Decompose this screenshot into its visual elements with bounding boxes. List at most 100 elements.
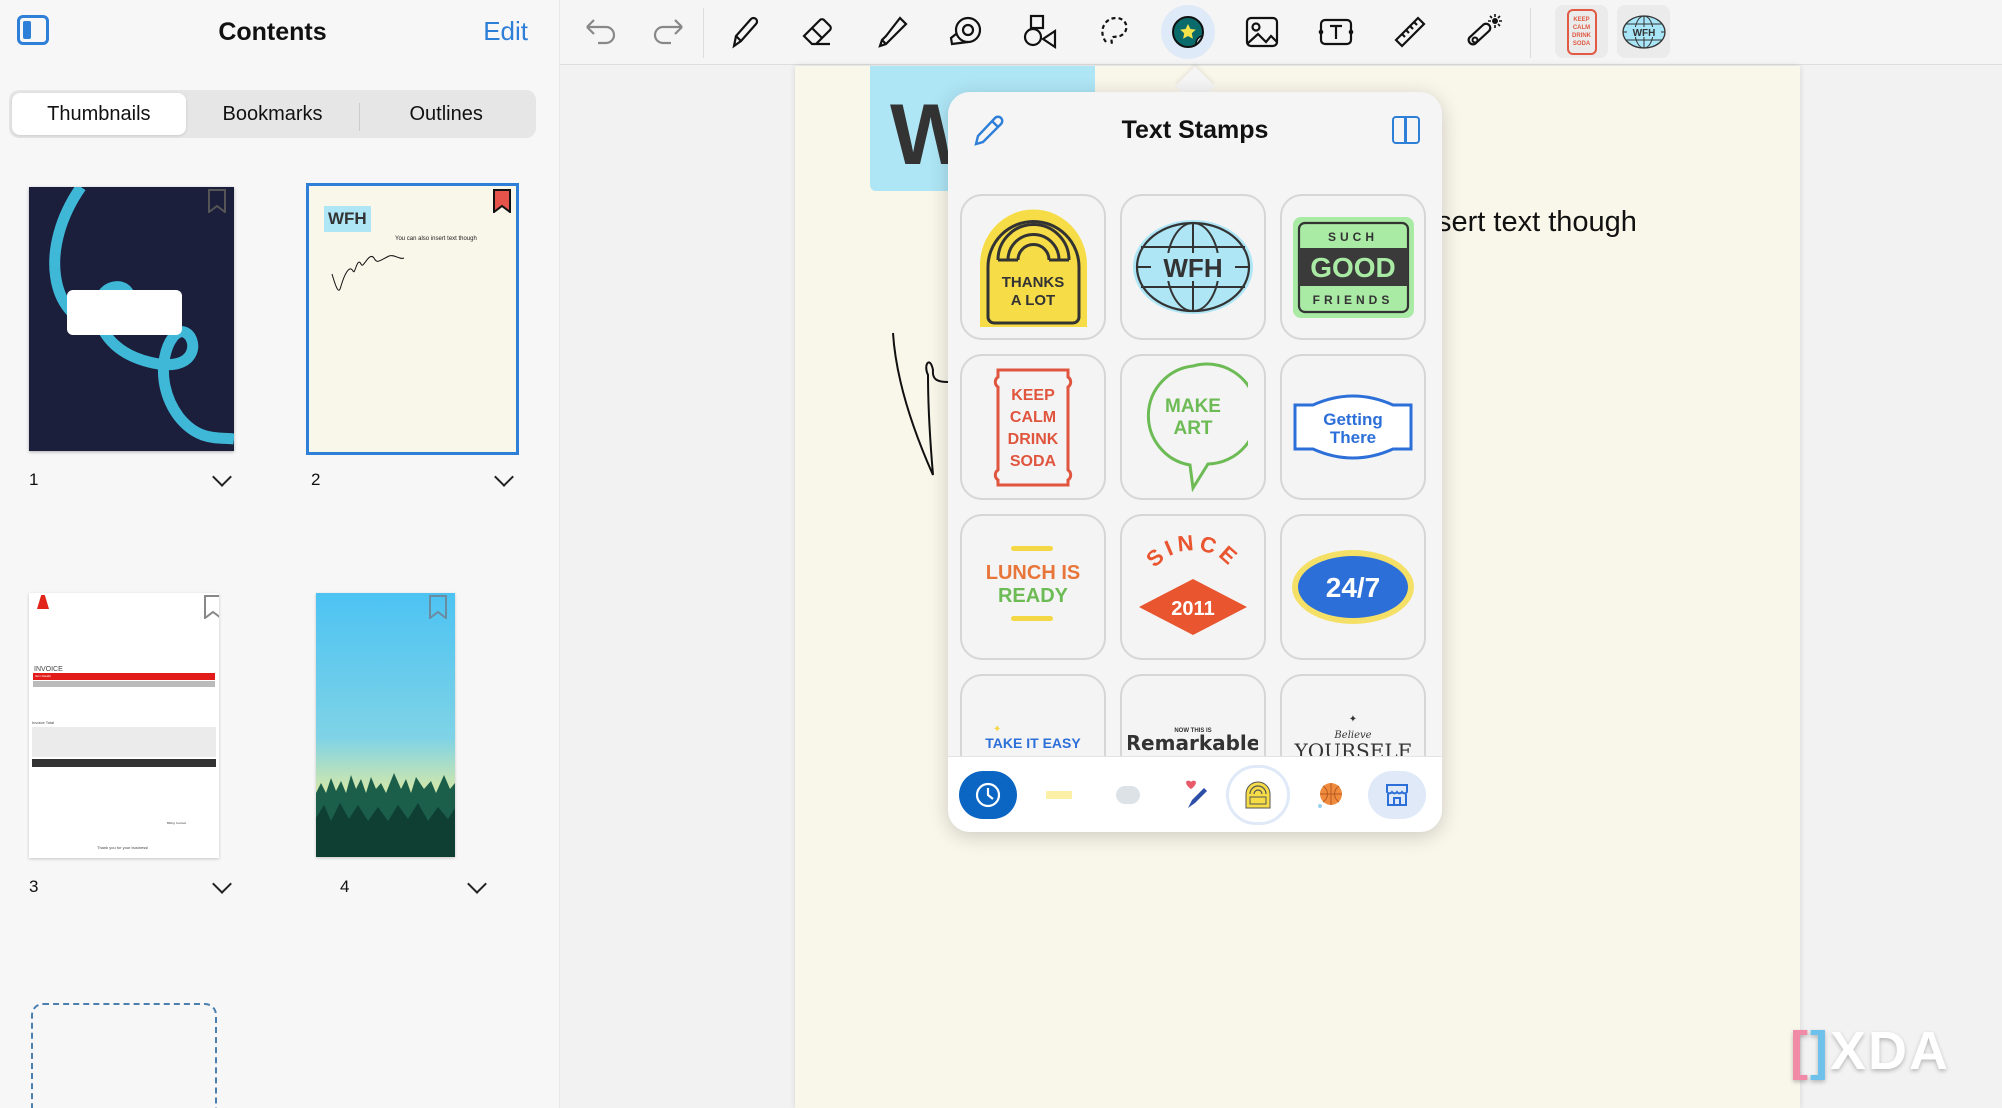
pen-heart-icon <box>1186 780 1207 808</box>
svg-text:SUCH: SUCH <box>1327 230 1377 244</box>
shapes-icon[interactable] <box>1020 12 1060 52</box>
forest-artwork <box>316 773 455 857</box>
svg-text:SODA: SODA <box>1010 453 1057 470</box>
basketball-icon <box>1318 783 1342 808</box>
tab-divider <box>359 103 361 131</box>
edit-button[interactable]: Edit <box>483 16 528 47</box>
recent-stamp-keep-calm[interactable]: KEEP CALM DRINK SODA <box>1555 5 1608 58</box>
stamp-since-2011[interactable]: SINCE 2011 <box>1120 514 1266 660</box>
svg-text:THANKS: THANKS <box>1001 274 1064 291</box>
recent-stamp-wfh[interactable]: WFH <box>1617 5 1670 58</box>
bookmark-icon[interactable] <box>203 595 219 619</box>
contents-tabs: Thumbnails Bookmarks Outlines <box>9 90 536 138</box>
invoice-red-bar: Item Details <box>33 673 215 680</box>
invoice-billing: Billing Contact <box>167 821 187 825</box>
page-number: 3 <box>29 877 39 896</box>
svg-text:GOOD: GOOD <box>1310 252 1396 283</box>
stamp-lunch-is-ready[interactable]: LUNCH IS READY <box>960 514 1106 660</box>
cloud-icon <box>1116 786 1140 804</box>
redo-icon[interactable] <box>648 12 688 52</box>
invoice-gray-bar <box>33 681 215 687</box>
document-text[interactable]: sert text though <box>1437 206 1637 239</box>
text-stamps-popover: Text Stamps THANKS A LOT WFH SUCH GOOD FRIE… <box>948 92 1442 832</box>
svg-text:KEEP: KEEP <box>1011 387 1055 404</box>
lasso-icon[interactable] <box>1094 12 1134 52</box>
highlighter-icon[interactable] <box>872 12 912 52</box>
add-page-placeholder[interactable] <box>31 1003 217 1108</box>
stamp-24-7[interactable]: 24/7 <box>1280 514 1426 660</box>
svg-text:There: There <box>1330 428 1376 447</box>
split-view-icon[interactable] <box>1392 116 1420 144</box>
page-options-chevron-icon[interactable] <box>467 874 487 894</box>
pen-icon[interactable] <box>724 12 764 52</box>
eraser-icon[interactable] <box>798 12 838 52</box>
tab-outlines[interactable]: Outlines <box>359 93 533 135</box>
page-number: 4 <box>340 877 350 896</box>
svg-text:FRIENDS: FRIENDS <box>1312 293 1393 307</box>
toolbar: KEEP CALM DRINK SODA WFH <box>560 0 2002 65</box>
bookmark-icon[interactable] <box>207 189 227 213</box>
svg-text:Getting: Getting <box>1323 410 1383 429</box>
clock-icon <box>975 782 1001 808</box>
stickers-icon[interactable] <box>1161 5 1215 59</box>
image-icon[interactable] <box>1242 12 1282 52</box>
svg-text:READY: READY <box>998 585 1069 607</box>
tab-bookmarks[interactable]: Bookmarks <box>186 93 360 135</box>
svg-text:24/7: 24/7 <box>1326 572 1381 603</box>
invoice-dark-bar <box>32 759 216 767</box>
svg-text:SINCE: SINCE <box>1141 530 1245 572</box>
stamp-wfh[interactable]: WFH <box>1120 194 1266 340</box>
category-pen-heart[interactable] <box>1170 771 1220 819</box>
bookmark-icon[interactable] <box>428 595 448 619</box>
ruler-icon[interactable] <box>1390 12 1430 52</box>
page-thumbnail-4[interactable] <box>316 593 455 857</box>
stamp-thanks-a-lot[interactable]: THANKS A LOT <box>960 194 1106 340</box>
svg-text:MAKE: MAKE <box>1165 396 1221 417</box>
stamp-category-bar <box>948 756 1442 832</box>
category-store[interactable] <box>1368 771 1426 819</box>
stamp-getting-there[interactable]: Getting There <box>1280 354 1426 500</box>
toolbar-divider <box>1530 8 1531 58</box>
wfh-globe-mini-icon: WFH <box>1621 14 1666 49</box>
svg-text:CALM: CALM <box>1010 409 1056 426</box>
laser-pointer-icon[interactable] <box>1464 12 1504 52</box>
adobe-logo <box>37 595 49 609</box>
category-tape[interactable] <box>1034 771 1084 819</box>
invoice-total-label: Invoice Total <box>32 720 55 725</box>
svg-text:LUNCH IS: LUNCH IS <box>986 562 1080 584</box>
text-box-icon[interactable] <box>1316 12 1356 52</box>
tab-thumbnails[interactable]: Thumbnails <box>12 93 186 135</box>
category-text-stamps[interactable] <box>1226 765 1290 825</box>
page-options-chevron-icon[interactable] <box>494 467 514 487</box>
undo-icon[interactable] <box>581 12 621 52</box>
page-text-mini: You can also insert text though <box>395 236 477 242</box>
category-cloud[interactable] <box>1103 771 1153 819</box>
keep-calm-mini-icon: KEEP CALM DRINK SODA <box>1566 8 1597 55</box>
popover-title: Text Stamps <box>1121 116 1269 144</box>
page-thumbnail-2[interactable]: WFH You can also insert text though <box>306 183 519 455</box>
washi-tape-icon <box>1046 791 1072 799</box>
svg-text:WFH: WFH <box>1632 28 1655 39</box>
tape-icon[interactable] <box>946 12 986 52</box>
stamp-keep-calm[interactable]: KEEP CALM DRINK SODA <box>960 354 1106 500</box>
page-options-chevron-icon[interactable] <box>212 874 232 894</box>
category-basketball[interactable] <box>1305 771 1355 819</box>
toolbar-divider <box>703 8 704 58</box>
svg-text:A LOT: A LOT <box>1010 292 1054 309</box>
invoice-total-box <box>32 727 216 757</box>
signature-drawing[interactable] <box>888 330 948 480</box>
svg-text:Remarkable: Remarkable <box>1128 731 1258 755</box>
stamp-such-good-friends[interactable]: SUCH GOOD FRIENDS <box>1280 194 1426 340</box>
store-icon <box>1386 784 1408 806</box>
category-recent[interactable] <box>959 771 1017 819</box>
invoice-heading: INVOICE <box>34 666 63 673</box>
tab-outlines-label: Outlines <box>409 102 483 125</box>
page-options-chevron-icon[interactable] <box>212 467 232 487</box>
stamp-make-art[interactable]: MAKE ART <box>1120 354 1266 500</box>
ribbon-artwork <box>49 187 234 445</box>
page-number: 2 <box>311 470 321 489</box>
page-thumbnail-1[interactable] <box>29 187 234 451</box>
bookmark-icon-filled[interactable] <box>492 189 512 213</box>
svg-text:DRINK: DRINK <box>1008 431 1059 448</box>
page-thumbnail-3[interactable]: INVOICE Item Details Invoice Total Billi… <box>29 593 219 858</box>
